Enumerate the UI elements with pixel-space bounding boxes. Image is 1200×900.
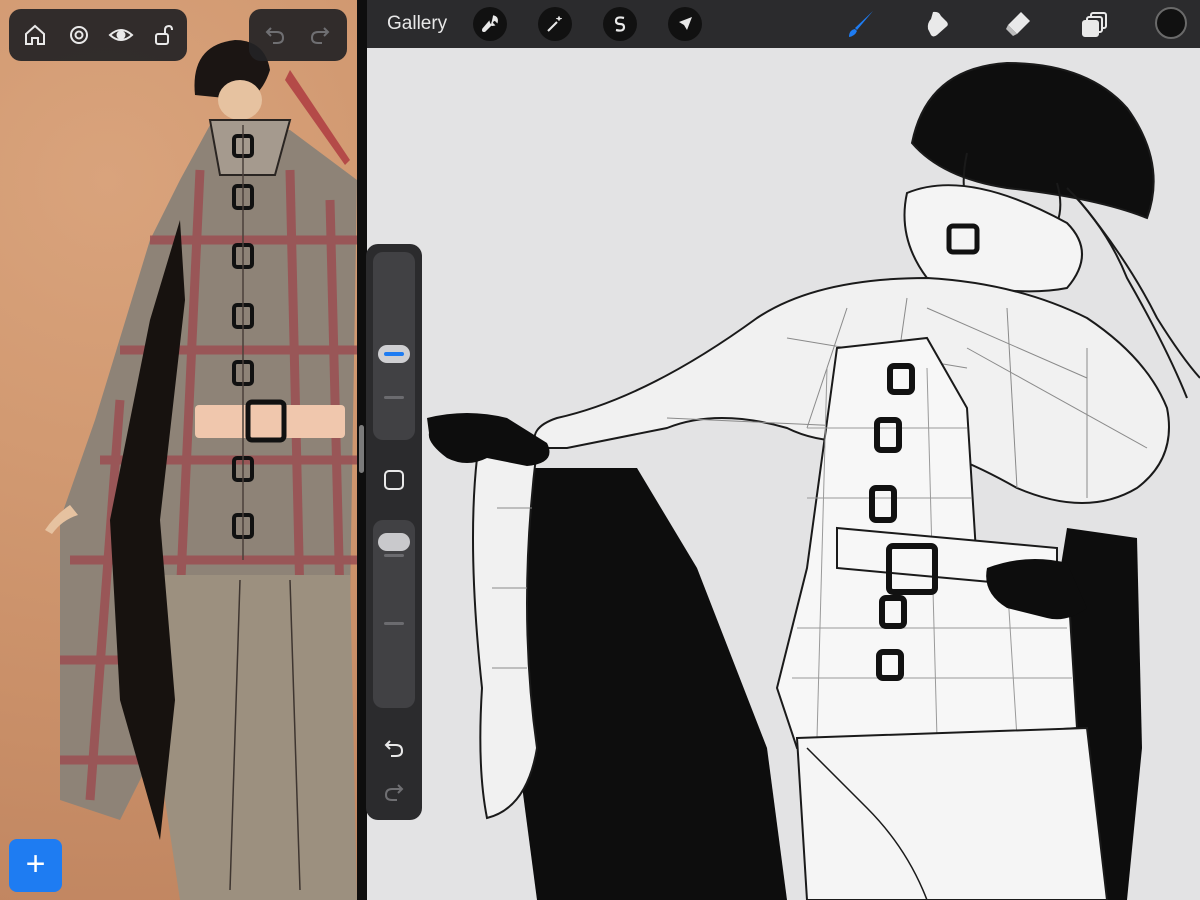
modify-square-icon[interactable]	[380, 466, 408, 494]
brush-size-thumb[interactable]	[378, 345, 410, 363]
split-view-handle[interactable]	[359, 425, 364, 473]
magic-wand-icon[interactable]	[538, 7, 572, 41]
drawing-canvas[interactable]	[367, 48, 1200, 900]
eraser-icon[interactable]	[1000, 6, 1036, 42]
undo-icon[interactable]	[380, 734, 408, 762]
app-topbar: Gallery	[367, 0, 1200, 48]
transform-arrow-icon[interactable]	[668, 7, 702, 41]
brush-sidebar	[366, 244, 422, 820]
opacity-thumb[interactable]	[378, 533, 410, 551]
slider-tick	[384, 554, 404, 557]
canvas-artwork	[427, 61, 1200, 900]
layers-icon[interactable]	[1077, 6, 1113, 42]
eye-icon[interactable]	[105, 20, 137, 50]
opacity-slider[interactable]	[373, 520, 415, 708]
brush-size-slider[interactable]	[373, 252, 415, 440]
smudge-icon[interactable]	[920, 6, 956, 42]
color-swatch[interactable]	[1155, 7, 1187, 39]
reference-illustration	[45, 40, 357, 900]
reference-toolbar	[9, 9, 187, 61]
redo-icon[interactable]	[304, 20, 336, 50]
brush-icon[interactable]	[843, 6, 879, 42]
undo-icon[interactable]	[259, 20, 291, 50]
reference-image-pane	[0, 0, 357, 900]
wrench-icon[interactable]	[473, 7, 507, 41]
add-reference-button[interactable]: +	[9, 839, 62, 892]
slider-tick	[384, 622, 404, 625]
redo-icon[interactable]	[380, 778, 408, 806]
home-icon[interactable]	[19, 20, 51, 50]
lock-icon[interactable]	[147, 20, 179, 50]
settings-icon[interactable]	[63, 20, 95, 50]
gallery-button[interactable]: Gallery	[387, 0, 447, 48]
slider-tick	[384, 396, 404, 399]
reference-history-panel	[249, 9, 347, 61]
selection-icon[interactable]	[603, 7, 637, 41]
